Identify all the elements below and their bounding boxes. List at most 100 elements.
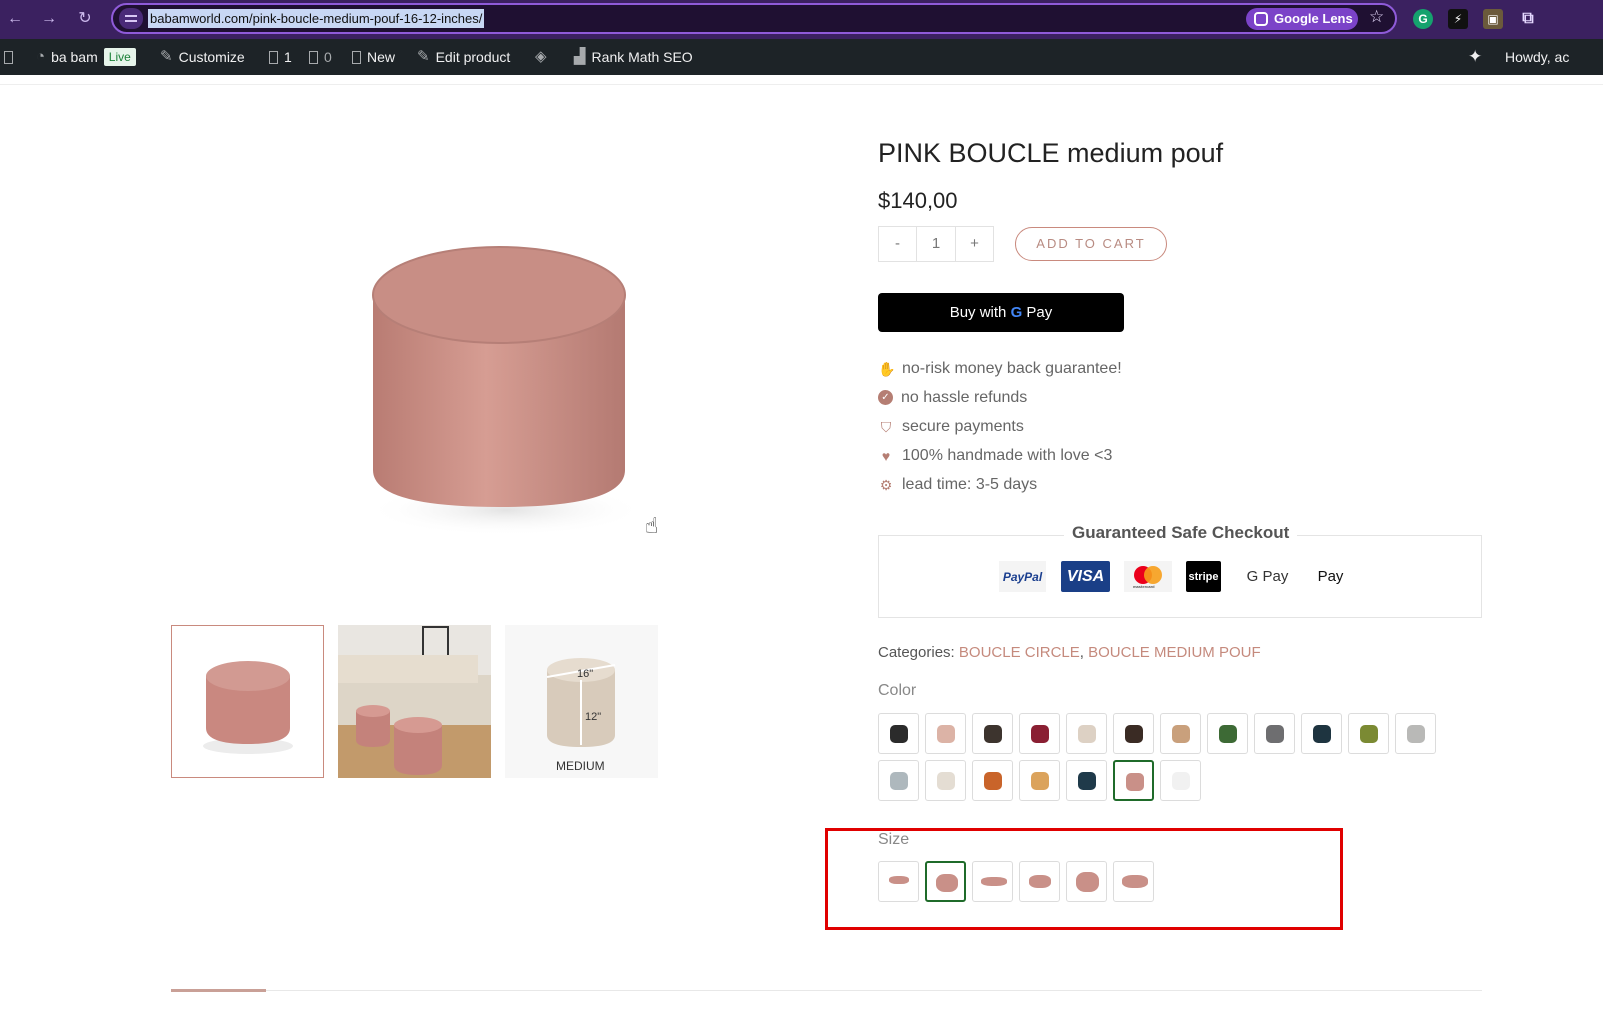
- active-tab-indicator[interactable]: [171, 989, 266, 992]
- admin-site-link[interactable]: ◔ ba bam Live: [36, 39, 136, 75]
- pouf-size-icon: [1029, 875, 1051, 888]
- product-price: $140,00: [878, 188, 958, 213]
- color-swatch[interactable]: [878, 713, 919, 754]
- color-swatch[interactable]: [1019, 713, 1060, 754]
- color-swatch[interactable]: [1066, 713, 1107, 754]
- customize-link[interactable]: ✎ Customize: [160, 39, 245, 75]
- feature-item: ♥ 100% handmade with love <3: [878, 441, 1122, 470]
- color-swatch[interactable]: [1254, 713, 1295, 754]
- hand-money-icon: ✋: [878, 360, 896, 377]
- qty-plus-button[interactable]: +: [955, 227, 993, 261]
- color-swatch[interactable]: [1066, 760, 1107, 801]
- color-swatch-chip: [1266, 725, 1284, 743]
- diamond-plugin-link[interactable]: ◈: [535, 39, 547, 75]
- color-swatch[interactable]: [972, 713, 1013, 754]
- heart-icon: ♥: [881, 447, 891, 464]
- header-divider: [0, 84, 1603, 85]
- extension-id-icon[interactable]: ▣: [1483, 9, 1503, 29]
- product-main-image[interactable]: [321, 225, 701, 555]
- grammarly-icon[interactable]: G: [1413, 9, 1433, 29]
- gpay-prefix: Buy with: [949, 304, 1007, 321]
- size-swatch[interactable]: [1066, 861, 1107, 902]
- color-swatch[interactable]: [1019, 760, 1060, 801]
- color-swatch[interactable]: [1113, 760, 1154, 801]
- size-swatch[interactable]: [925, 861, 966, 902]
- comments-count: 1: [284, 49, 292, 65]
- category-link-boucle-circle[interactable]: BOUCLE CIRCLE: [959, 644, 1080, 661]
- color-swatch[interactable]: [1207, 713, 1248, 754]
- category-link-boucle-medium-pouf[interactable]: BOUCLE MEDIUM POUF: [1088, 644, 1261, 661]
- feature-text: no hassle refunds: [901, 388, 1028, 406]
- updates-link[interactable]: 0: [309, 39, 332, 75]
- extensions-puzzle-icon[interactable]: ⧉: [1518, 9, 1538, 29]
- pouf-size-icon: [936, 874, 958, 892]
- google-lens-button[interactable]: Google Lens: [1246, 8, 1358, 30]
- rank-math-label: Rank Math SEO: [591, 49, 693, 65]
- tabs-underline: [171, 990, 1482, 991]
- add-to-cart-button[interactable]: ADD TO CART: [1015, 227, 1167, 261]
- size-swatch[interactable]: [972, 861, 1013, 902]
- color-swatch-chip: [1126, 773, 1144, 791]
- wp-admin-bar: ◔ ba bam Live ✎ Customize 1 0 New ✎ Edit…: [0, 39, 1603, 75]
- howdy-label: Howdy, ac: [1505, 49, 1570, 65]
- bookmark-star-icon[interactable]: ☆: [1369, 7, 1384, 27]
- mastercard-text: mastercard: [1133, 584, 1155, 589]
- color-swatch[interactable]: [1395, 713, 1436, 754]
- ai-sparkle-link[interactable]: ✦: [1468, 39, 1482, 75]
- color-swatch-chip: [890, 725, 908, 743]
- url-text[interactable]: babamworld.com/pink-boucle-medium-pouf-1…: [148, 9, 485, 28]
- rank-math-icon: ▟: [574, 48, 586, 65]
- quantity-stepper: - 1 +: [878, 226, 994, 262]
- color-swatch[interactable]: [1113, 713, 1154, 754]
- thumb-dim-top: 16": [577, 668, 593, 680]
- size-swatch[interactable]: [878, 861, 919, 902]
- buy-with-gpay-button[interactable]: Buy with G Pay: [878, 293, 1124, 332]
- reload-icon[interactable]: ↻: [74, 8, 96, 30]
- new-content-link[interactable]: New: [352, 39, 395, 75]
- color-swatch-chip: [1360, 725, 1378, 743]
- product-categories: Categories: BOUCLE CIRCLE, BOUCLE MEDIUM…: [878, 644, 1261, 661]
- color-swatch-chip: [1313, 725, 1331, 743]
- back-icon[interactable]: ←: [4, 8, 26, 30]
- size-swatch[interactable]: [1113, 861, 1154, 902]
- qty-minus-button[interactable]: -: [879, 227, 917, 261]
- color-swatch[interactable]: [1301, 713, 1342, 754]
- color-swatch[interactable]: [925, 760, 966, 801]
- thumbnail-2[interactable]: [338, 625, 491, 778]
- extension-bolt-icon[interactable]: ⚡: [1448, 9, 1468, 29]
- edit-product-link[interactable]: ✎ Edit product: [417, 39, 510, 75]
- color-swatch[interactable]: [1160, 713, 1201, 754]
- feature-item: ✋ no-risk money back guarantee!: [878, 354, 1122, 383]
- comments-link[interactable]: 1: [269, 39, 292, 75]
- thumb-dim-side: 12": [585, 711, 601, 723]
- color-swatch[interactable]: [972, 760, 1013, 801]
- wp-logo-icon[interactable]: [4, 39, 13, 75]
- size-swatch[interactable]: [1019, 861, 1060, 902]
- color-swatch-chip: [1219, 725, 1237, 743]
- live-badge: Live: [103, 48, 136, 66]
- color-swatch[interactable]: [1160, 760, 1201, 801]
- site-name: ba bam: [51, 49, 98, 65]
- rank-math-link[interactable]: ▟ Rank Math SEO: [574, 39, 693, 75]
- thumbnail-3[interactable]: 16" 12" MEDIUM: [505, 625, 658, 778]
- qty-input[interactable]: 1: [917, 227, 955, 261]
- site-info-icon[interactable]: [119, 8, 143, 29]
- color-swatch[interactable]: [1348, 713, 1389, 754]
- diamond-icon: ◈: [535, 48, 547, 65]
- safe-checkout-title: Guaranteed Safe Checkout: [1064, 523, 1298, 543]
- new-icon: [352, 50, 361, 64]
- color-swatch[interactable]: [925, 713, 966, 754]
- feature-text: secure payments: [902, 417, 1024, 435]
- color-swatch[interactable]: [878, 760, 919, 801]
- mastercard-logo: mastercard: [1124, 561, 1172, 592]
- forward-icon[interactable]: →: [38, 8, 60, 30]
- account-link[interactable]: Howdy, ac: [1505, 39, 1569, 75]
- color-label: Color: [878, 682, 917, 699]
- thumbnail-1[interactable]: [171, 625, 324, 778]
- address-bar[interactable]: babamworld.com/pink-boucle-medium-pouf-1…: [111, 3, 1397, 34]
- color-swatch-chip: [1172, 772, 1190, 790]
- browser-toolbar: ← → ↻ babamworld.com/pink-boucle-medium-…: [0, 0, 1603, 39]
- gpay-logo: G Pay: [1246, 568, 1289, 585]
- stripe-logo: stripe: [1186, 561, 1221, 592]
- product-title: PINK BOUCLE medium pouf: [878, 138, 1224, 168]
